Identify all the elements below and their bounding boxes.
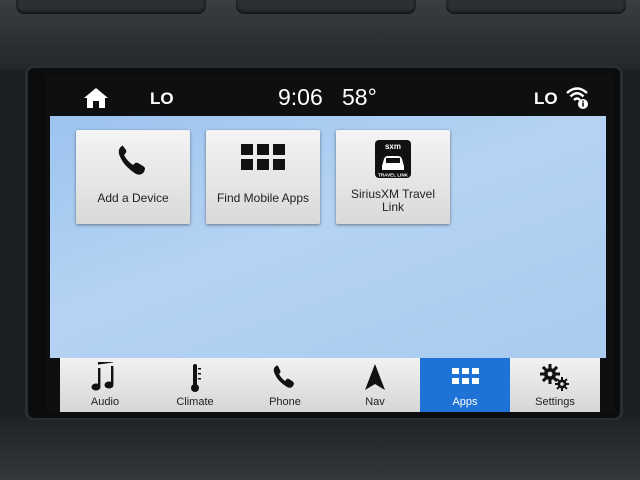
nav-climate[interactable]: Climate: [150, 358, 240, 412]
dashboard-bezel-bottom: [0, 420, 640, 480]
nav-settings[interactable]: Settings: [510, 358, 600, 412]
status-bar: LO 9:06 58° LO: [46, 74, 614, 116]
music-note-icon: [91, 362, 114, 391]
wifi-info-icon[interactable]: [564, 84, 590, 110]
nav-label: Nav: [365, 396, 385, 408]
dashboard-bezel-top: [0, 0, 640, 70]
app-tile-label: Find Mobile Apps: [216, 191, 310, 205]
air-vent: [236, 0, 416, 14]
grid-icon: [241, 144, 285, 170]
air-vent: [16, 0, 206, 14]
clock: 9:06: [278, 84, 323, 110]
thermometer-icon: [191, 364, 201, 392]
apps-grid-icon: [452, 368, 479, 384]
air-vent: [446, 0, 626, 14]
gears-icon: [540, 364, 569, 391]
nav-apps[interactable]: Apps: [420, 358, 510, 412]
app-tile-find-mobile-apps[interactable]: Find Mobile Apps: [206, 130, 320, 224]
app-tile-label: SiriusXM Travel Link: [350, 187, 436, 214]
app-tile-label: Add a Device: [97, 191, 169, 205]
sxm-badge-text: sxm: [385, 142, 401, 151]
phone-icon: [273, 365, 294, 388]
nav-label: Climate: [176, 396, 214, 408]
app-tile-siriusxm-travel-link[interactable]: sxm TRAVEL LINK SiriusXM Travel Link: [336, 130, 450, 224]
app-tile-add-device[interactable]: Add a Device: [76, 130, 190, 224]
outside-temperature: 58°: [342, 84, 377, 110]
siriusxm-travel-link-icon: sxm TRAVEL LINK: [375, 140, 411, 178]
navigation-arrow-icon: [365, 364, 385, 390]
nav-label: Audio: [90, 396, 120, 408]
nav-label: Settings: [535, 396, 575, 408]
home-icon[interactable]: [82, 86, 110, 110]
sxm-badge-subtext: TRAVEL LINK: [378, 173, 409, 178]
infotainment-screen: LO 9:06 58° LO Add a Device Find Mobile …: [46, 74, 614, 412]
nav-navigation[interactable]: Nav: [330, 358, 420, 412]
nav-audio[interactable]: Audio: [60, 358, 150, 412]
nav-label: Phone: [269, 396, 301, 408]
driver-temperature[interactable]: LO: [150, 89, 174, 109]
apps-content-area: Add a Device Find Mobile Apps sxm TRAVEL…: [50, 116, 606, 358]
phone-handset-icon: [118, 145, 145, 175]
nav-label: Apps: [452, 396, 478, 408]
bottom-nav-bar: Audio Climate Phone Nav Apps Settings: [60, 358, 600, 412]
nav-phone[interactable]: Phone: [240, 358, 330, 412]
passenger-temperature[interactable]: LO: [534, 89, 558, 109]
